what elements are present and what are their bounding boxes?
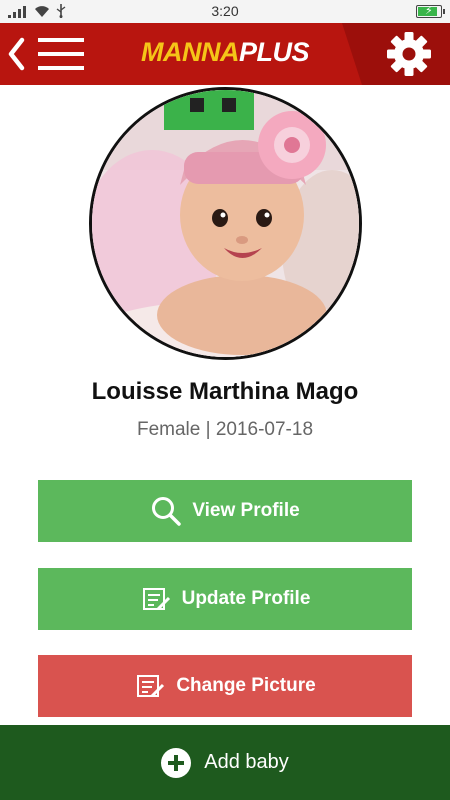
screen: 3:20 ⚡ MANNAPLUS Louisse Marthina Mago F… (0, 0, 450, 800)
logo-manna: MANNA (140, 37, 240, 67)
edit-document-icon (137, 675, 165, 698)
logo-plus: PLUS (238, 37, 310, 67)
charging-icon: ⚡ (425, 5, 433, 17)
status-bar: 3:20 ⚡ (0, 0, 450, 23)
app-header: MANNAPLUS (0, 23, 450, 85)
battery-icon: ⚡ (416, 5, 445, 18)
add-baby-label: Add baby (204, 751, 289, 773)
baby-photo (92, 90, 359, 357)
change-picture-button[interactable]: Change Picture (38, 655, 412, 717)
update-profile-button[interactable]: Update Profile (38, 568, 412, 630)
add-baby-button[interactable]: Add baby (0, 725, 450, 800)
view-profile-button[interactable]: View Profile (38, 480, 412, 542)
baby-details: Female | 2016-07-18 (136, 419, 314, 440)
baby-name: Louisse Marthina Mago (91, 378, 359, 405)
change-picture-label: Change Picture (176, 675, 316, 696)
update-profile-label: Update Profile (181, 588, 311, 609)
app-logo: MANNAPLUS (0, 37, 450, 68)
view-profile-label: View Profile (192, 500, 300, 521)
edit-document-icon (142, 588, 170, 611)
clock: 3:20 (211, 3, 239, 19)
add-circle-icon (161, 747, 192, 778)
search-icon (152, 497, 182, 526)
baby-avatar (89, 87, 362, 360)
gear-icon[interactable] (386, 31, 432, 77)
